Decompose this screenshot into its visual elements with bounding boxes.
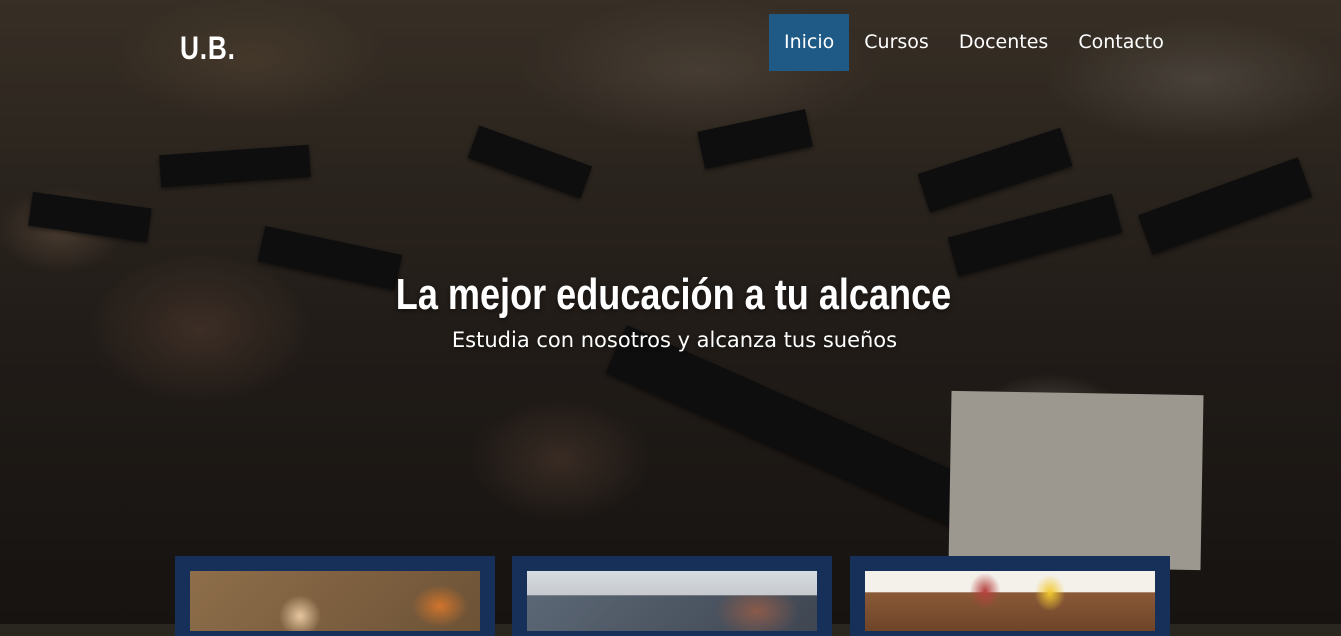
mortarboard-shape [947, 193, 1123, 277]
main-nav: Inicio Cursos Docentes Contacto [769, 14, 1179, 71]
mortarboard-shape [159, 144, 311, 188]
feature-card[interactable] [850, 556, 1170, 636]
mortarboard-shape [917, 127, 1073, 213]
site-header: U.B. Inicio Cursos Docentes Contacto [0, 0, 1341, 85]
nav-item-contacto[interactable]: Contacto [1063, 14, 1179, 71]
laptop-card-image [527, 571, 817, 631]
hero-title: La mejor educación a tu alcance [395, 270, 952, 319]
hero-subtitle: Estudia con nosotros y alcanza tus sueño… [451, 328, 898, 352]
site-logo[interactable]: U.B. [180, 30, 236, 67]
mortarboard-shape [697, 108, 813, 170]
mortarboard-shape [1137, 157, 1313, 255]
hero-text-block: La mejor educación a tu alcance Estudia … [0, 270, 1341, 352]
feature-card[interactable] [512, 556, 832, 636]
nav-item-inicio[interactable]: Inicio [769, 14, 850, 71]
nav-item-docentes[interactable]: Docentes [944, 14, 1063, 71]
diploma-paper-shape [948, 390, 1204, 571]
mortarboard-shape [467, 125, 593, 199]
students-card-image [190, 571, 480, 631]
mortarboard-shape [605, 324, 975, 528]
feature-card[interactable] [175, 556, 495, 636]
study-table-card-image [865, 571, 1155, 631]
nav-item-cursos[interactable]: Cursos [849, 14, 944, 71]
mortarboard-shape [28, 191, 152, 243]
